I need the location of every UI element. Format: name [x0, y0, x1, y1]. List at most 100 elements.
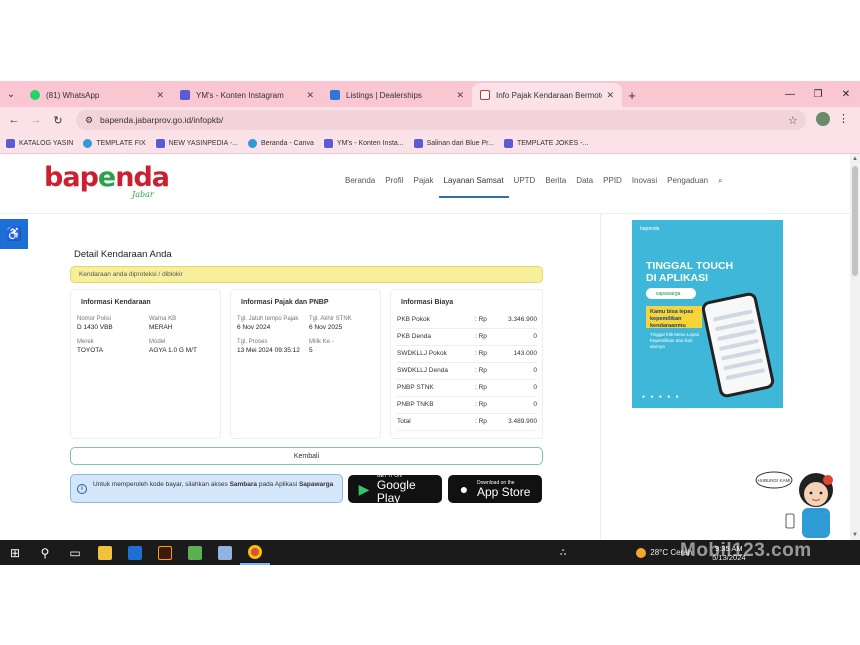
- cost-currency: : Rp: [475, 350, 487, 357]
- canva-icon: [248, 138, 257, 148]
- cost-row-divider: [397, 430, 537, 431]
- bookmark-item[interactable]: NEW YASINPEDIA -...: [155, 138, 238, 148]
- cost-row-divider: [397, 396, 537, 397]
- google-play-button[interactable]: ▶ GET IT ON Google Play: [348, 473, 442, 505]
- menu-dots-icon[interactable]: ⋮: [838, 112, 849, 125]
- nav-item-data[interactable]: Data: [571, 176, 598, 198]
- back-button[interactable]: Kembali: [70, 447, 543, 465]
- bookmark-label: TEMPLATE JOKES -...: [516, 139, 589, 147]
- store-big-text: App Store: [477, 484, 531, 499]
- search-icon[interactable]: ⌕: [713, 176, 727, 198]
- app-icon[interactable]: [180, 540, 210, 565]
- bookmark-item[interactable]: Salinan dari Blue Pr...: [413, 138, 494, 148]
- chrome-icon[interactable]: [240, 540, 270, 565]
- tab-info-pajak[interactable]: Info Pajak Kendaraan Bermotor ✕: [472, 83, 622, 107]
- cost-name: PNBP TNKB: [397, 401, 434, 408]
- sidebar-divider: [600, 214, 601, 540]
- people-icon[interactable]: ஃ: [560, 548, 566, 558]
- tab-whatsapp[interactable]: (81) WhatsApp ✕: [22, 83, 172, 107]
- cost-info-card: Informasi Biaya PKB Pokok: Rp 3.346.900 PK…: [390, 289, 543, 439]
- nav-item-inovasi[interactable]: Inovasi: [627, 176, 662, 198]
- star-icon[interactable]: ☆: [788, 114, 806, 127]
- tab-listings[interactable]: Listings | Dealerships ✕: [322, 83, 472, 107]
- nav-item-beranda[interactable]: Beranda: [340, 176, 380, 198]
- card-heading: Informasi Pajak dan PNBP: [241, 299, 329, 306]
- cost-value: 0: [533, 367, 537, 374]
- close-icon[interactable]: ✕: [606, 90, 614, 101]
- bookmark-item[interactable]: TEMPLATE JOKES -...: [503, 138, 589, 148]
- app-icon[interactable]: [120, 540, 150, 565]
- sapawarga-ad-banner[interactable]: bapenda TINGGAL TOUCH DI APLIKASI sapawa…: [632, 220, 783, 408]
- nav-item-layanan-samsat[interactable]: Layanan Samsat: [438, 176, 509, 198]
- logo-subtitle: Jabar: [132, 190, 154, 199]
- mascot-bubble-text: HUBUNGI KAMI: [757, 478, 790, 483]
- bookmark-item[interactable]: TEMPLATE FIX: [83, 138, 146, 148]
- cost-name: SWDKLLJ Pokok: [397, 350, 447, 357]
- sapawarga-link[interactable]: Sapawarga: [299, 481, 333, 488]
- reload-icon[interactable]: ↻: [47, 109, 69, 131]
- ad-headline-line2: DI APLIKASI: [646, 272, 709, 284]
- info-text-1: Untuk memperoleh kode bayar, silahkan ak…: [93, 481, 230, 488]
- close-icon[interactable]: ✕: [306, 90, 314, 101]
- owner-seq-value: 5: [309, 347, 313, 354]
- nav-item-berita[interactable]: Berita: [540, 176, 571, 198]
- nav-item-uptd[interactable]: UPTD: [509, 176, 541, 198]
- merek-value: TOYOTA: [77, 347, 104, 354]
- back-arrow-icon[interactable]: ←: [3, 109, 25, 131]
- cost-value: 0: [533, 384, 537, 391]
- stnk-value: 6 Nov 2025: [309, 324, 343, 331]
- scrollbar-thumb[interactable]: [852, 166, 858, 276]
- phone-illustration-icon: [700, 291, 776, 399]
- windows-start-icon[interactable]: ⊞: [0, 540, 30, 565]
- page-scrollbar[interactable]: ▲ ▼: [850, 154, 860, 540]
- bapenda-logo[interactable]: bapenda Jabar: [44, 164, 170, 204]
- close-icon[interactable]: ✕: [456, 90, 464, 101]
- cost-currency: : Rp: [475, 316, 487, 323]
- new-tab-button[interactable]: +: [622, 83, 642, 107]
- tab-title: YM's - Konten Instagram: [196, 90, 284, 100]
- nav-item-ppid[interactable]: PPID: [598, 176, 627, 198]
- scroll-up-icon[interactable]: ▲: [852, 156, 858, 162]
- window-controls: — ❐ ✕: [776, 81, 860, 107]
- sambara-link[interactable]: Sambara: [230, 481, 257, 488]
- bookmark-item[interactable]: YM's - Konten Insta...: [323, 138, 404, 148]
- profile-avatar[interactable]: [816, 112, 830, 126]
- card-heading: Informasi Kendaraan: [81, 299, 151, 306]
- page-title: Detail Kendaraan Anda: [74, 249, 172, 260]
- nav-item-pengaduan[interactable]: Pengaduan: [662, 176, 713, 198]
- close-icon[interactable]: ✕: [156, 90, 164, 101]
- app-store-button[interactable]: ● Download on the App Store: [448, 475, 542, 503]
- tax-info-card: Informasi Pajak dan PNBP Tgl. Jatuh temp…: [230, 289, 381, 439]
- tab-instagram-content[interactable]: YM's - Konten Instagram ✕: [172, 83, 322, 107]
- forward-arrow-icon[interactable]: →: [25, 109, 47, 131]
- minimize-icon[interactable]: —: [776, 81, 804, 107]
- ad-app-pill: sapawarga: [646, 288, 696, 299]
- nav-item-profil[interactable]: Profil: [380, 176, 408, 198]
- bookmark-item[interactable]: KATALOG YASIN: [6, 138, 73, 148]
- browser-toolbar: ← → ↻ ⚙ bapenda.jabarprov.go.id/infopkb/…: [0, 107, 860, 133]
- vehicle-info-card: Informasi Kendaraan Nomor Polisi D 1430 …: [70, 289, 221, 439]
- scroll-down-icon[interactable]: ▼: [852, 532, 858, 538]
- accessibility-icon[interactable]: ♿: [0, 219, 28, 249]
- notepad-icon[interactable]: [210, 540, 240, 565]
- illustrator-icon[interactable]: [150, 540, 180, 565]
- google-play-icon: ▶: [358, 480, 370, 497]
- ad-small-text: Tinggal Klik Menu Lepas Kepemilikan dan …: [650, 332, 700, 349]
- address-bar[interactable]: ⚙ bapenda.jabarprov.go.id/infopkb/ ☆: [76, 110, 806, 130]
- task-view-icon[interactable]: ▭: [60, 540, 90, 565]
- contact-mascot-icon[interactable]: HUBUNGI KAMI: [752, 466, 848, 538]
- file-explorer-icon[interactable]: [90, 540, 120, 565]
- cost-currency: : Rp: [475, 384, 487, 391]
- search-icon[interactable]: ⚲: [30, 540, 60, 565]
- tab-search-chevron-icon[interactable]: ⌄: [0, 81, 22, 107]
- nav-item-pajak[interactable]: Pajak: [408, 176, 438, 198]
- main-nav: Beranda Profil Pajak Layanan Samsat UPTD…: [340, 176, 728, 198]
- close-window-icon[interactable]: ✕: [832, 81, 860, 107]
- url-text[interactable]: bapenda.jabarprov.go.id/infopkb/: [100, 115, 788, 125]
- bookmark-item[interactable]: Beranda - Canva: [248, 138, 314, 148]
- bookmark-icon: [323, 138, 333, 148]
- whatsapp-icon: [30, 90, 40, 100]
- cost-name: Total: [397, 418, 411, 425]
- site-info-icon[interactable]: ⚙: [80, 115, 98, 126]
- restore-icon[interactable]: ❐: [804, 81, 832, 107]
